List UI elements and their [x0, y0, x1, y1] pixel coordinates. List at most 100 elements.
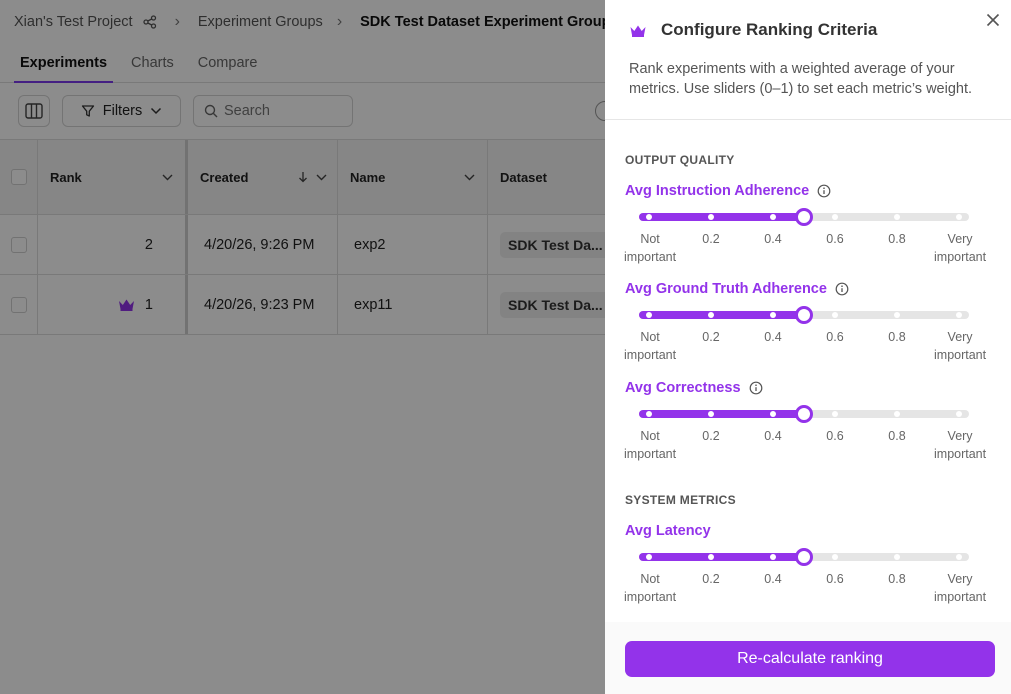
tick-label-min: Not important	[624, 230, 676, 266]
tick-label-min: Not important	[624, 427, 676, 463]
info-icon[interactable]	[749, 381, 763, 395]
drawer-footer: Re-calculate ranking	[605, 622, 1011, 694]
metric-label: Avg Ground Truth Adherence	[625, 281, 827, 297]
tick-label-value: 0.4	[764, 232, 782, 246]
slider-step-dot[interactable]	[832, 214, 838, 220]
tick-label-value: 0.6	[826, 232, 844, 246]
tick-label-value: 0.8	[888, 232, 906, 246]
tick-label-line: Very	[947, 429, 973, 443]
slider-step-dot[interactable]	[646, 214, 652, 220]
tick-label-line: Not	[640, 429, 660, 443]
tick-label-max: Very important	[934, 570, 986, 606]
tick-label-value: 0.8	[888, 429, 906, 443]
drawer-description: Rank experiments with a weighted average…	[629, 61, 973, 97]
tick-label-max: Very important	[934, 328, 986, 364]
tick-label-value: 0.4	[764, 429, 782, 443]
metric-label: Avg Instruction Adherence	[625, 183, 810, 199]
slider-step-dot[interactable]	[832, 312, 838, 318]
close-button[interactable]	[983, 10, 1003, 30]
slider-step-dot[interactable]	[708, 411, 714, 417]
weight-slider[interactable]	[639, 404, 969, 424]
slider-fill	[639, 213, 804, 221]
close-icon	[986, 13, 1000, 27]
tick-label-max: Very important	[934, 230, 986, 266]
drawer-body: OUTPUT QUALITY Avg Instruction Adherence…	[605, 121, 1011, 621]
slider-thumb[interactable]	[795, 208, 813, 226]
tick-label-value: 0.8	[888, 572, 906, 586]
tick-label-value: 0.8	[888, 330, 906, 344]
info-icon[interactable]	[817, 184, 831, 198]
slider-step-dot[interactable]	[894, 312, 900, 318]
slider-step-dot[interactable]	[894, 214, 900, 220]
tick-label-value: 0.4	[764, 572, 782, 586]
tick-label-line: Very	[947, 232, 973, 246]
slider-step-dot[interactable]	[770, 554, 776, 560]
slider-thumb[interactable]	[795, 548, 813, 566]
tick-label-line: Not	[640, 572, 660, 586]
slider-step-dot[interactable]	[770, 312, 776, 318]
slider-fill	[639, 311, 804, 319]
weight-slider[interactable]	[639, 207, 969, 227]
tick-label-line: Very	[947, 330, 973, 344]
tick-label-value: 0.2	[702, 232, 720, 246]
tick-label-line: important	[624, 348, 677, 362]
metric-ground-truth-adherence: Avg Ground Truth Adherence Not important 0…	[605, 281, 1011, 371]
drawer-title-row: Configure Ranking Criteria	[629, 20, 877, 40]
crown-icon	[630, 25, 646, 37]
slider-step-dot[interactable]	[646, 554, 652, 560]
tick-label-value: 0.6	[826, 572, 844, 586]
slider-step-dot[interactable]	[708, 312, 714, 318]
slider-fill	[639, 410, 804, 418]
drawer-title: Configure Ranking Criteria	[661, 20, 878, 39]
tick-label-value: 0.2	[702, 330, 720, 344]
tick-label-line: important	[934, 590, 987, 604]
tick-label-value: 0.2	[702, 429, 720, 443]
tick-label-line: important	[624, 447, 677, 461]
slider-fill	[639, 553, 804, 561]
weight-slider[interactable]	[639, 305, 969, 325]
metric-instruction-adherence: Avg Instruction Adherence Not important 0.…	[605, 183, 1011, 273]
slider-step-dot[interactable]	[832, 554, 838, 560]
slider-step-dot[interactable]	[956, 411, 962, 417]
section-title-system-metrics: SYSTEM METRICS	[625, 493, 736, 507]
tick-label-min: Not important	[624, 570, 676, 606]
slider-step-dot[interactable]	[770, 214, 776, 220]
tick-label-line: Very	[947, 572, 973, 586]
slider-step-dot[interactable]	[956, 214, 962, 220]
tick-label-line: important	[934, 250, 987, 264]
section-title-output-quality: OUTPUT QUALITY	[625, 153, 735, 167]
info-icon[interactable]	[835, 282, 849, 296]
tick-label-value: 0.6	[826, 330, 844, 344]
slider-step-dot[interactable]	[708, 554, 714, 560]
metric-correctness: Avg Correctness Not important 0.2 0.4 0.6 0.8…	[605, 380, 1011, 470]
slider-step-dot[interactable]	[894, 554, 900, 560]
slider-step-dot[interactable]	[956, 554, 962, 560]
tick-label-min: Not important	[624, 328, 676, 364]
slider-step-dot[interactable]	[708, 214, 714, 220]
tick-label-line: Not	[640, 232, 660, 246]
slider-step-dot[interactable]	[894, 411, 900, 417]
tick-label-line: Not	[640, 330, 660, 344]
metric-label: Avg Correctness	[625, 380, 741, 396]
ranking-criteria-drawer: Configure Ranking Criteria Rank experime…	[605, 0, 1011, 694]
tick-label-line: important	[624, 250, 677, 264]
tick-label-line: important	[934, 447, 987, 461]
drawer-header: Configure Ranking Criteria Rank experime…	[605, 0, 1011, 120]
slider-step-dot[interactable]	[646, 312, 652, 318]
slider-step-dot[interactable]	[956, 312, 962, 318]
tick-label-line: important	[934, 348, 987, 362]
metric-latency: Avg Latency Not important 0.2 0.4 0.6 0.8 Very…	[605, 523, 1011, 613]
slider-thumb[interactable]	[795, 306, 813, 324]
slider-step-dot[interactable]	[770, 411, 776, 417]
weight-slider[interactable]	[639, 547, 969, 567]
tick-label-max: Very important	[934, 427, 986, 463]
metric-label: Avg Latency	[625, 523, 711, 539]
tick-label-value: 0.2	[702, 572, 720, 586]
tick-label-line: important	[624, 590, 677, 604]
slider-thumb[interactable]	[795, 405, 813, 423]
tick-label-value: 0.6	[826, 429, 844, 443]
recalculate-ranking-button[interactable]: Re-calculate ranking	[625, 641, 995, 677]
slider-step-dot[interactable]	[832, 411, 838, 417]
tick-label-value: 0.4	[764, 330, 782, 344]
slider-step-dot[interactable]	[646, 411, 652, 417]
